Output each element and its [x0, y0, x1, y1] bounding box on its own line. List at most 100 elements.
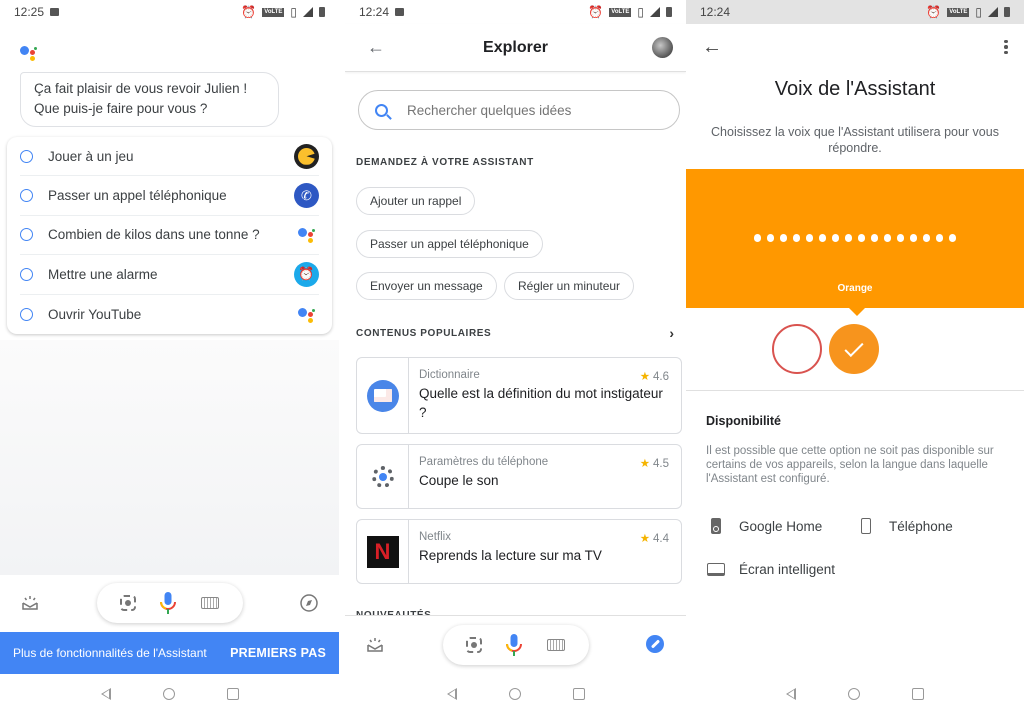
get-started-button[interactable]: PREMIERS PAS: [230, 646, 326, 660]
card-rating: ★ 4.4: [639, 533, 669, 545]
back-arrow-icon[interactable]: ←: [367, 37, 385, 58]
lens-icon[interactable]: [465, 637, 482, 653]
availability-heading: Disponibilité: [706, 414, 781, 428]
device-google-home: Google Home: [706, 518, 822, 534]
google-assistant-icon: [294, 301, 319, 327]
suggestion-item[interactable]: Mettre une alarme ⏰: [20, 255, 319, 295]
microphone-icon[interactable]: [504, 632, 524, 658]
suggestion-item[interactable]: Jouer à un jeu: [20, 137, 319, 177]
divider: [686, 390, 1024, 391]
recents-nav-icon[interactable]: [572, 688, 585, 700]
card-rating: ★ 4.5: [639, 458, 669, 470]
battery-icon: [1004, 7, 1010, 17]
chip-suggestion[interactable]: Envoyer un message: [356, 272, 497, 300]
alarm-icon: ⏰: [926, 5, 942, 19]
radio-icon: [20, 228, 33, 242]
vibrate-icon: ▯: [637, 5, 644, 19]
selection-pointer: [849, 308, 865, 316]
back-nav-icon[interactable]: [786, 688, 796, 700]
page-subtitle: Choisissez la voix que l'Assistant utili…: [711, 125, 999, 155]
assistant-input-bar: [0, 574, 339, 632]
speaker-icon: [711, 518, 721, 534]
suggestion-label: Passer un appel téléphonique: [48, 188, 227, 204]
voice-swatch-orange[interactable]: [829, 324, 879, 374]
keyboard-icon[interactable]: [201, 597, 220, 609]
google-assistant-logo: [20, 44, 40, 64]
suggestions-card: Jouer à un jeu Passer un appel téléphoni…: [7, 137, 332, 334]
suggestion-label: Ouvrir YouTube: [48, 306, 142, 322]
home-nav-icon[interactable]: [162, 688, 175, 700]
suggestion-item[interactable]: Passer un appel téléphonique ✆: [20, 176, 319, 216]
suggestion-label: Combien de kilos dans une tonne ?: [48, 227, 260, 243]
back-nav-icon[interactable]: [100, 688, 111, 700]
recents-nav-icon[interactable]: [912, 688, 924, 700]
card-query: Quelle est la définition du mot instigat…: [419, 386, 663, 420]
section-heading-ask: DEMANDEZ À VOTRE ASSISTANT: [356, 157, 534, 168]
chevron-right-icon[interactable]: ›: [669, 325, 674, 341]
alarm-icon: ⏰: [241, 5, 257, 19]
status-time: 12:24: [359, 5, 390, 19]
lens-icon[interactable]: [119, 595, 136, 611]
device-label: Écran intelligent: [739, 562, 836, 577]
home-nav-icon[interactable]: [508, 688, 521, 700]
chip-suggestion[interactable]: Passer un appel téléphonique: [356, 230, 543, 258]
recents-nav-icon[interactable]: [226, 688, 239, 700]
suggestion-item[interactable]: Combien de kilos dans une tonne ?: [20, 216, 319, 256]
star-icon: ★: [639, 458, 650, 470]
battery-icon: [666, 7, 672, 17]
search-bar[interactable]: [358, 90, 680, 130]
star-icon: ★: [639, 533, 650, 545]
game-icon: [294, 143, 319, 169]
vibrate-icon: ▯: [975, 5, 982, 19]
volte-badge: VoLTE: [609, 7, 632, 17]
back-arrow-icon[interactable]: ←: [702, 36, 722, 59]
radio-icon: [20, 189, 33, 203]
battery-icon: [319, 7, 325, 17]
netflix-icon: N: [366, 535, 399, 568]
signal-icon: [650, 7, 660, 17]
home-nav-icon[interactable]: [848, 688, 860, 700]
vibrate-icon: ▯: [290, 5, 297, 19]
chip-suggestion[interactable]: Ajouter un rappel: [356, 187, 476, 215]
back-nav-icon[interactable]: [446, 688, 457, 700]
app-bar: ← Explorer: [345, 24, 686, 72]
card-rating: ★ 4.6: [639, 371, 669, 383]
voice-preview-panel: Orange: [686, 169, 1024, 308]
search-icon: [375, 103, 388, 117]
keyboard-icon[interactable]: [547, 639, 566, 651]
promo-text: Plus de fonctionnalités de l'Assistant: [13, 646, 207, 660]
device-label: Google Home: [739, 518, 823, 534]
popular-card[interactable]: Dictionnaire ★ 4.6 Quelle est la définiti…: [356, 357, 682, 434]
page-title: Voix de l'Assistant: [774, 78, 936, 100]
volte-badge: VoLTE: [262, 7, 285, 17]
device-smart-display: Écran intelligent: [706, 562, 835, 577]
signal-icon: [988, 7, 998, 17]
microphone-icon[interactable]: [158, 590, 178, 616]
assistant-home-screen: 12:25 ⏰ VoLTE ▯ Ça fait plaisir de vous …: [0, 0, 339, 714]
search-input[interactable]: [407, 102, 667, 118]
updates-tray-icon[interactable]: [365, 635, 385, 655]
popular-card[interactable]: N Netflix ★ 4.4 Reprends la lecture sur m…: [356, 519, 682, 584]
status-bar: 12:24 ⏰ VoLTE ▯: [345, 0, 686, 24]
status-bar: 12:25 ⏰ VoLTE ▯: [0, 0, 339, 24]
alarm-icon: ⏰: [294, 261, 319, 287]
more-options-icon[interactable]: [1004, 39, 1008, 55]
selected-voice-name: Orange: [837, 283, 873, 294]
background-area: [0, 340, 339, 575]
avatar[interactable]: [652, 37, 673, 58]
chip-suggestion[interactable]: Régler un minuteur: [504, 272, 635, 300]
radio-icon: [20, 267, 33, 281]
explore-compass-icon[interactable]: [646, 635, 666, 655]
input-pill: [96, 583, 243, 623]
status-time: 12:25: [14, 5, 45, 19]
explore-compass-icon[interactable]: [299, 593, 319, 613]
section-heading-popular: CONTENUS POPULAIRES: [356, 328, 492, 339]
popular-card[interactable]: Paramètres du téléphone ★ 4.5 Coupe le so…: [356, 444, 682, 509]
image-notification-icon: [50, 8, 60, 16]
updates-tray-icon[interactable]: [20, 593, 40, 613]
suggestion-label: Jouer à un jeu: [48, 148, 134, 164]
signal-icon: [303, 7, 313, 17]
suggestion-item[interactable]: Ouvrir YouTube: [20, 295, 319, 334]
app-bar: ←: [686, 24, 1024, 70]
voice-swatch-red[interactable]: [772, 324, 822, 374]
